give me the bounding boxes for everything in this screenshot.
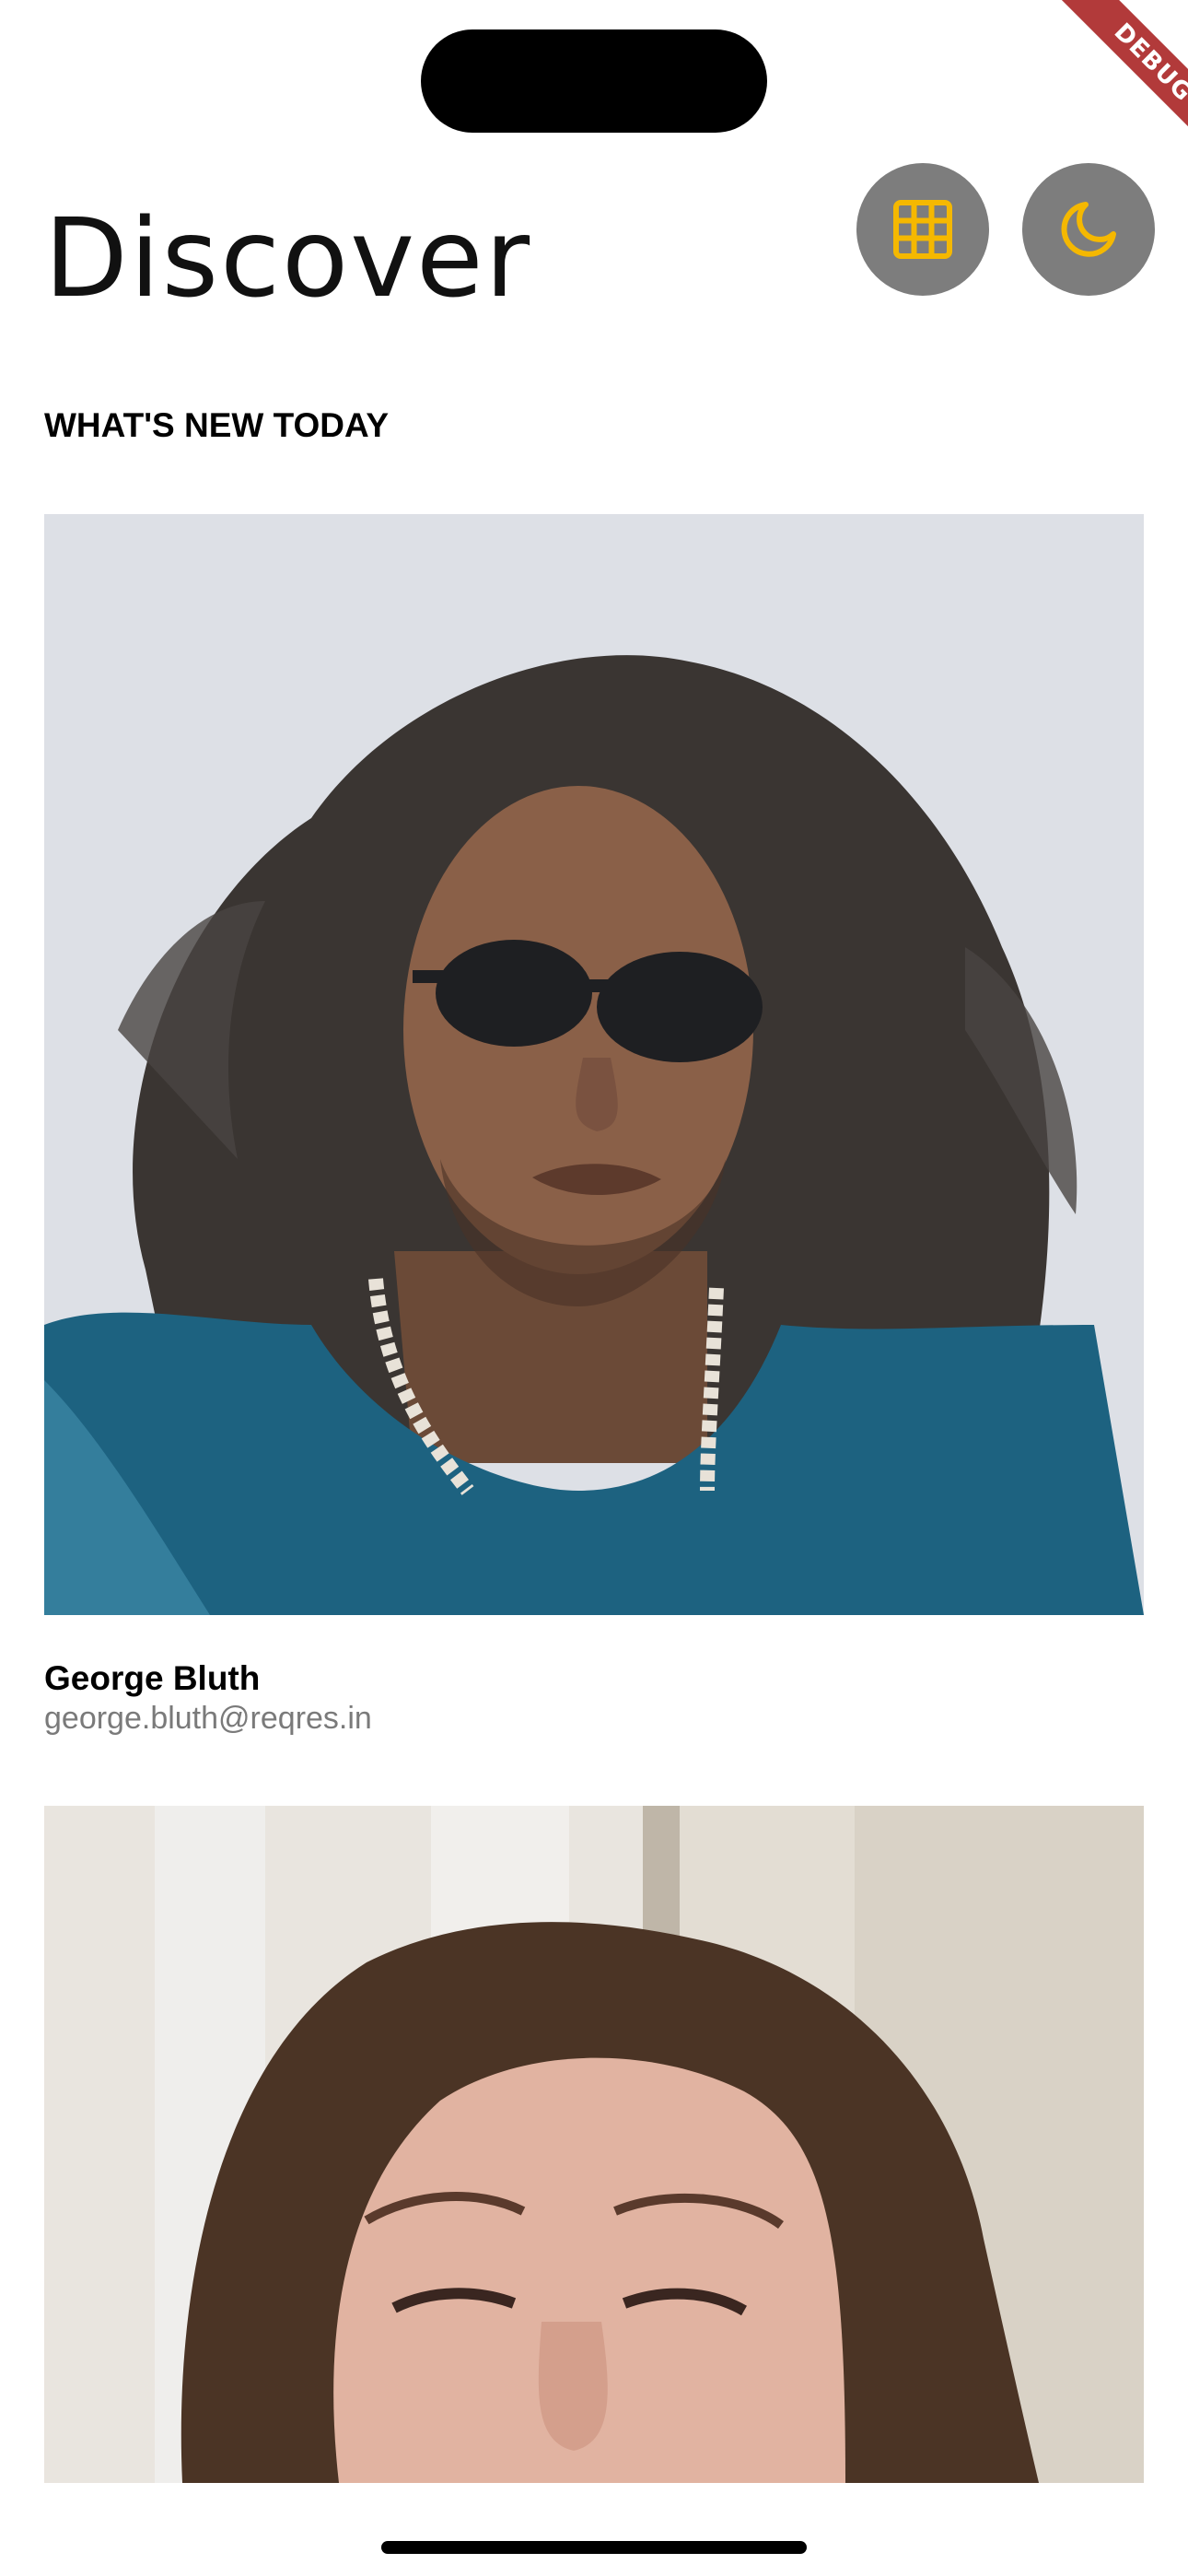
grid-icon [893,200,952,259]
dynamic-island [421,29,767,133]
page-title: Discover [44,194,532,322]
section-heading: WHAT'S NEW TODAY [44,406,390,444]
theme-toggle-button[interactable] [1022,163,1155,296]
user-email: george.bluth@reqres.in [44,1701,372,1736]
user-photo[interactable] [44,1806,1144,2483]
photo-woman [44,1806,1144,2483]
user-name: George Bluth [44,1659,261,1697]
home-indicator[interactable] [381,2541,807,2554]
debug-label: DEBUG [1054,0,1188,162]
photo-man [44,514,1144,1615]
user-photo[interactable] [44,514,1144,1615]
grid-view-button[interactable] [856,163,989,296]
moon-icon [1061,202,1116,257]
debug-banner: DEBUG [1013,0,1188,175]
